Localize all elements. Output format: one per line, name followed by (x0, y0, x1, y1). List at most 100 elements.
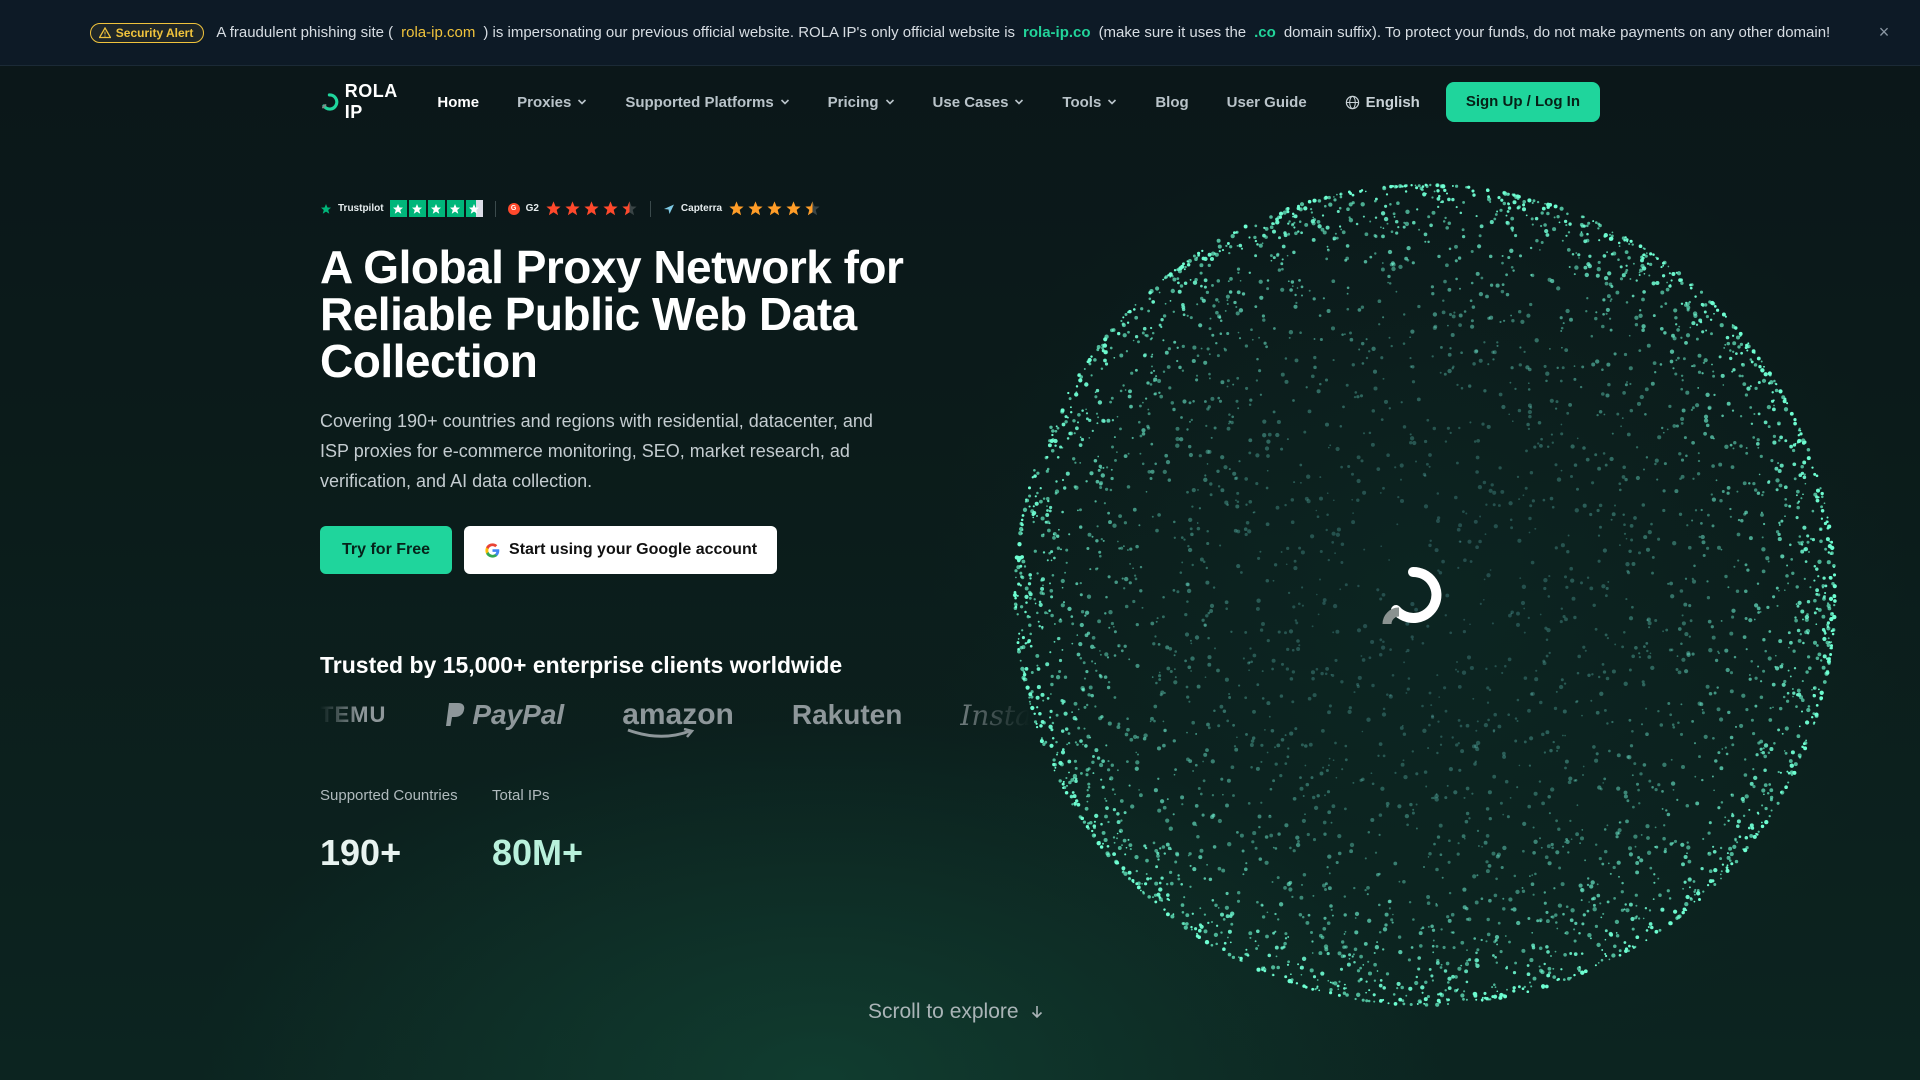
capterra-rating[interactable]: Capterra (663, 200, 821, 217)
globe-particle (1228, 692, 1231, 696)
globe-particle (1611, 512, 1616, 517)
trustpilot-rating[interactable]: Trustpilot (320, 200, 483, 217)
language-selector[interactable]: English (1345, 94, 1420, 111)
globe-particle (1141, 606, 1144, 609)
globe-particle (1367, 999, 1371, 1003)
globe-particle (1592, 903, 1596, 907)
globe-particle (1528, 367, 1532, 372)
globe-particle (1269, 833, 1274, 838)
globe-particle (1603, 828, 1607, 831)
globe-particle (1800, 710, 1804, 713)
globe-particle (1266, 469, 1269, 472)
globe-particle (1786, 402, 1789, 405)
globe-particle (1421, 185, 1425, 188)
globe-particle (1147, 412, 1151, 416)
globe-particle (1100, 778, 1103, 781)
globe-particle (1777, 728, 1781, 732)
globe-particle (1266, 701, 1271, 706)
globe-particle (1527, 198, 1532, 203)
globe-particle (1324, 204, 1327, 208)
rola-ip-logo[interactable]: ROLA IP (320, 81, 409, 123)
globe-particle (1087, 693, 1091, 697)
globe-particle (1726, 486, 1731, 490)
globe-particle (1641, 297, 1645, 302)
globe-particle (1144, 397, 1148, 400)
globe-particle (1037, 620, 1040, 623)
globe-particle (1527, 382, 1530, 385)
chevron-down-icon (780, 99, 789, 105)
globe-particle (1390, 344, 1393, 348)
nav-pricing[interactable]: Pricing (828, 94, 895, 111)
nav-tools[interactable]: Tools (1062, 94, 1117, 111)
globe-particle (1484, 996, 1487, 1000)
globe-particle (1014, 596, 1017, 600)
globe-particle (1335, 532, 1341, 537)
globe-particle (1821, 614, 1826, 619)
official-domain-link[interactable]: rola-ip.co (1023, 24, 1091, 41)
try-for-free-button[interactable]: Try for Free (320, 526, 453, 574)
globe-particle (1064, 571, 1067, 574)
globe-particle (1399, 498, 1405, 504)
globe-particle (1502, 201, 1507, 206)
globe-particle (1542, 659, 1546, 663)
g2-rating[interactable]: G G2 (507, 200, 638, 217)
globe-particle (1075, 426, 1079, 431)
globe-particle (1411, 750, 1414, 753)
globe-particle (1768, 373, 1772, 377)
globe-particle (1181, 307, 1186, 312)
globe-particle (1556, 286, 1561, 291)
globe-particle (1630, 916, 1635, 922)
globe-particle (1686, 841, 1689, 844)
globe-particle (1457, 842, 1460, 845)
google-signin-button[interactable]: Start using your Google account (464, 526, 778, 574)
globe-particle (1432, 939, 1435, 942)
globe-particle (1767, 480, 1771, 484)
globe-particle (1255, 482, 1259, 486)
globe-particle (1418, 944, 1423, 948)
globe-particle (1783, 750, 1786, 752)
globe-particle (1393, 184, 1398, 189)
globe-particle (1446, 1002, 1450, 1006)
nav-use-cases[interactable]: Use Cases (933, 94, 1025, 111)
globe-particle (1819, 659, 1823, 662)
globe-particle (1520, 600, 1526, 606)
globe-particle (1750, 660, 1753, 663)
nav-supported-platforms[interactable]: Supported Platforms (625, 94, 789, 111)
globe-particle (1566, 248, 1571, 252)
globe-particle (1727, 586, 1730, 589)
nav-proxies[interactable]: Proxies (517, 94, 587, 111)
signup-login-button[interactable]: Sign Up / Log In (1445, 82, 1600, 122)
globe-particle (1283, 886, 1287, 890)
nav-home[interactable]: Home (437, 94, 479, 111)
globe-particle (1624, 383, 1628, 387)
globe-particle (1529, 302, 1533, 307)
globe-particle (1255, 379, 1259, 382)
globe-particle (1293, 221, 1296, 224)
globe-particle (1146, 877, 1150, 881)
nav-blog[interactable]: Blog (1155, 94, 1188, 111)
globe-particle (1578, 931, 1581, 935)
globe-particle (1555, 819, 1558, 823)
globe-particle (1071, 791, 1075, 794)
globe-particle (1205, 290, 1210, 295)
nav-user-guide[interactable]: User Guide (1227, 94, 1307, 111)
globe-particle (1521, 207, 1527, 212)
globe-particle (1153, 788, 1158, 793)
globe-particle (1529, 470, 1534, 475)
close-icon[interactable]: × (1874, 22, 1894, 42)
globe-particle (1439, 371, 1442, 374)
globe-particle (1029, 644, 1033, 648)
globe-particle (1198, 855, 1203, 860)
globe-particle (1453, 790, 1458, 795)
globe-particle (1463, 310, 1467, 313)
globe-particle (1645, 707, 1648, 710)
globe-particle (1695, 801, 1700, 806)
globe-particle (1796, 441, 1799, 444)
globe-particle (1448, 839, 1451, 843)
globe-particle (1643, 645, 1646, 648)
globe-particle (1511, 229, 1514, 232)
globe-particle (1521, 886, 1524, 889)
globe-particle (1267, 953, 1272, 958)
globe-particle (1496, 344, 1499, 347)
globe-particle (1573, 463, 1578, 467)
